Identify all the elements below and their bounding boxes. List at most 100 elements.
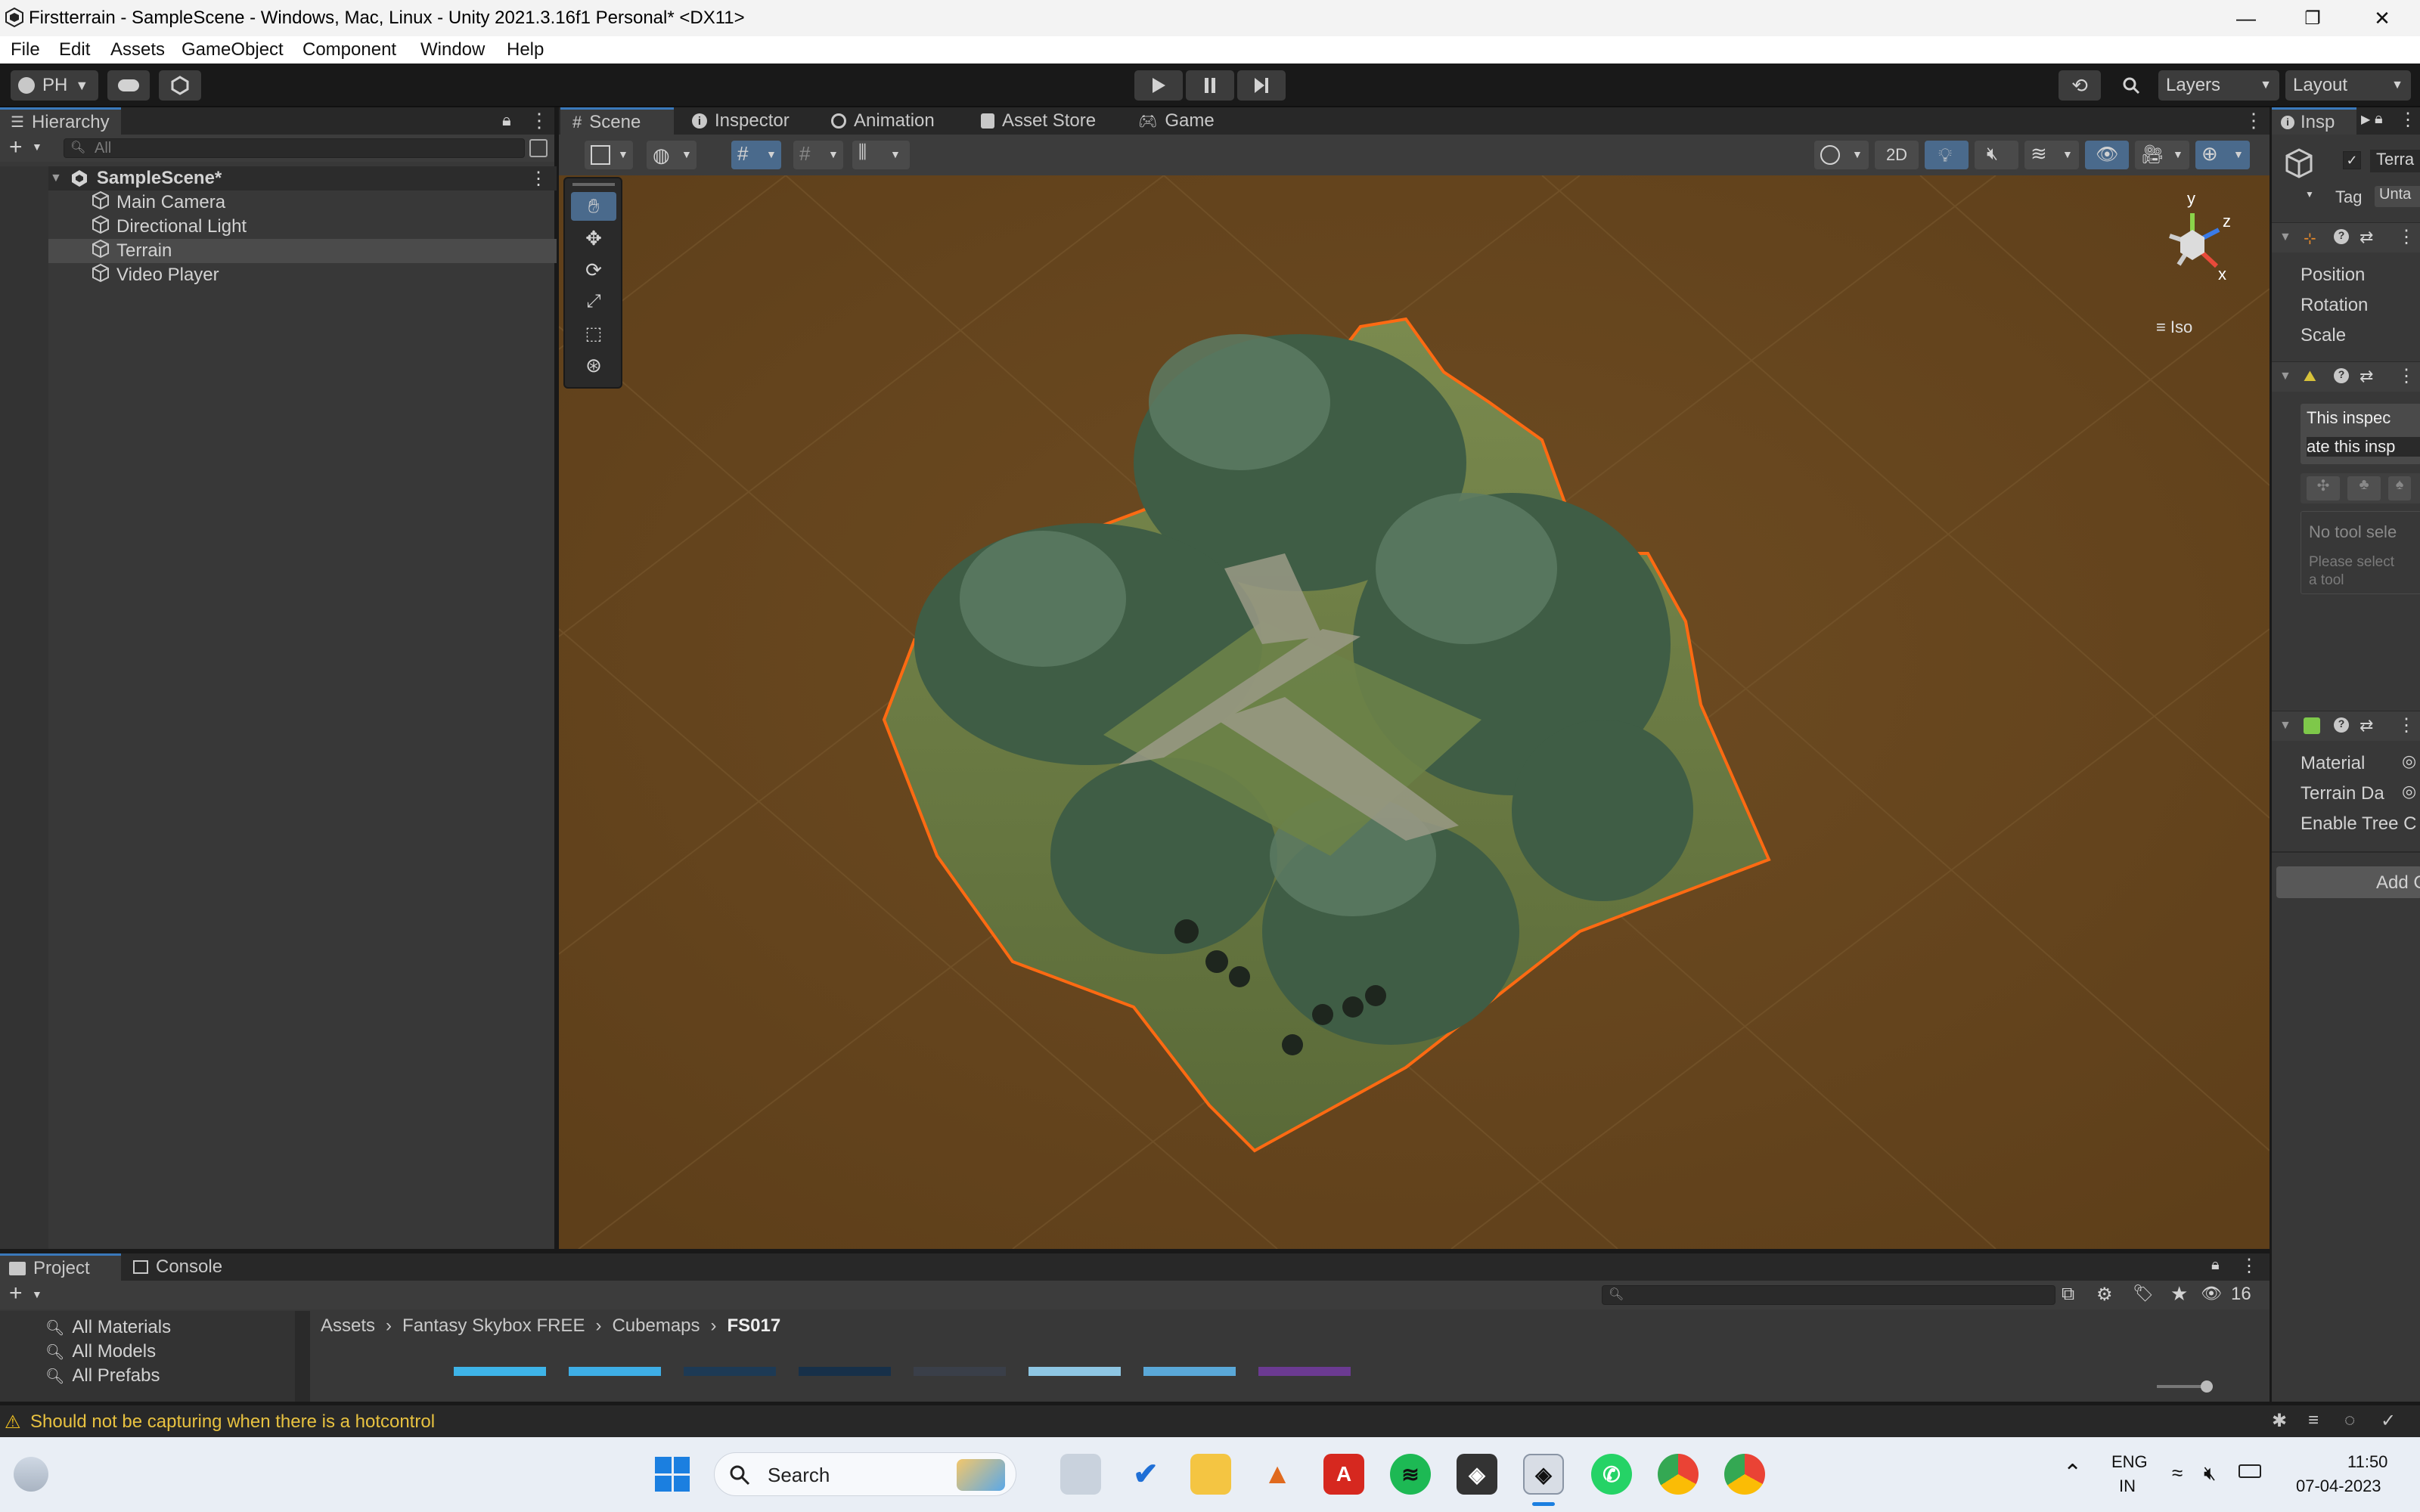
windows-start-icon[interactable] xyxy=(655,1457,690,1492)
favorite-item[interactable]: 🔍︎ All Materials xyxy=(45,1317,171,1338)
help-icon[interactable]: ? xyxy=(2334,229,2349,244)
layers-dropdown[interactable]: Layers ▼ xyxy=(2158,70,2279,101)
hierarchy-item[interactable]: Directional Light xyxy=(0,215,557,239)
camera-dropdown[interactable]: 🎥︎ ▼ xyxy=(2135,141,2189,169)
scale-tool-icon[interactable]: ⤢ xyxy=(571,287,616,316)
whatsapp-icon[interactable]: ✆ xyxy=(1591,1454,1632,1495)
spotify-icon[interactable]: ≋ xyxy=(1390,1454,1431,1495)
global-toggle-dropdown[interactable]: ◍ ▼ xyxy=(647,141,697,169)
wifi-icon[interactable]: ≈ xyxy=(2172,1461,2183,1485)
tab-hierarchy[interactable]: ☰ Hierarchy xyxy=(0,107,121,135)
cache-icon[interactable]: ≡ xyxy=(2308,1410,2319,1431)
task-view-icon[interactable] xyxy=(1060,1454,1101,1495)
breadcrumb-item[interactable]: Fantasy Skybox FREE xyxy=(402,1315,585,1337)
transform-header[interactable]: ▼ ⊹ ? ⇄ ⋮ xyxy=(2272,222,2420,253)
increment-snap-dropdown[interactable]: ⫼ ▼ xyxy=(852,141,910,169)
menu-assets[interactable]: Assets xyxy=(110,39,165,60)
lock-icon[interactable]: 🔒︎ xyxy=(2375,110,2383,128)
active-checkbox[interactable]: ✓ xyxy=(2343,151,2361,169)
mute-icon[interactable]: 🔇︎ xyxy=(2204,1461,2216,1486)
projection-toggle[interactable]: ≡ Iso xyxy=(2156,318,2192,337)
asset-thumbnail[interactable] xyxy=(569,1367,661,1376)
drag-handle[interactable] xyxy=(572,183,615,186)
audio-toggle[interactable]: 🔇︎ xyxy=(1975,141,2018,169)
clock-time[interactable]: 11:50 xyxy=(2347,1452,2387,1472)
tab-project[interactable]: Project xyxy=(0,1253,121,1281)
move-tool-icon[interactable]: ✥ xyxy=(571,224,616,253)
hierarchy-item[interactable]: Main Camera xyxy=(0,191,557,215)
progress-icon[interactable]: ◌ xyxy=(2344,1410,2355,1431)
tab-inspector-right[interactable]: i Insp xyxy=(2272,107,2356,135)
cloud-button[interactable] xyxy=(107,70,150,101)
preset-icon[interactable]: ⇄ xyxy=(2360,716,2373,736)
eye-slash-icon[interactable]: 👁︎ xyxy=(2201,1284,2222,1303)
grid-visibility-toggle[interactable]: # ▼ xyxy=(793,141,843,169)
tab-scene[interactable]: # Scene xyxy=(560,107,674,135)
account-dropdown[interactable]: PH ▼ xyxy=(11,70,98,101)
toggle-2d-button[interactable]: 2D xyxy=(1875,141,1919,169)
more-options-icon[interactable]: ⋮ xyxy=(2240,1255,2258,1277)
status-message[interactable]: Should not be capturing when there is a … xyxy=(30,1411,435,1433)
language-top[interactable]: ENG xyxy=(2111,1452,2148,1472)
play-button[interactable] xyxy=(1134,70,1183,101)
orientation-gizmo[interactable]: y z x xyxy=(2132,183,2253,304)
asset-thumbnail[interactable] xyxy=(1028,1367,1121,1376)
chrome-icon[interactable] xyxy=(1658,1454,1699,1495)
search-button[interactable] xyxy=(2110,70,2152,101)
battery-icon[interactable] xyxy=(2238,1464,2261,1478)
gizmos-dropdown[interactable]: ⊕ ▼ xyxy=(2195,141,2250,169)
preset-icon[interactable]: ⇄ xyxy=(2360,228,2373,247)
layout-dropdown[interactable]: Layout ▼ xyxy=(2285,70,2411,101)
help-icon[interactable]: ? xyxy=(2334,368,2349,383)
chevron-right-icon[interactable]: ▶ xyxy=(2361,112,2370,127)
effects-dropdown[interactable]: ≋ ▼ xyxy=(2024,141,2079,169)
asset-thumbnail[interactable] xyxy=(684,1367,776,1376)
search-by-type-icon[interactable]: ⧉ xyxy=(2062,1284,2074,1305)
menu-component[interactable]: Component xyxy=(302,39,396,60)
asset-thumbnail[interactable] xyxy=(799,1367,891,1376)
minimize-button[interactable]: — xyxy=(2211,0,2281,36)
hierarchy-item-selected[interactable]: Terrain xyxy=(0,239,557,263)
favorite-item[interactable]: 🔍︎ All Prefabs xyxy=(45,1365,160,1387)
star-icon[interactable]: ★ xyxy=(2170,1282,2188,1306)
scene-visibility-icon[interactable] xyxy=(529,139,548,157)
scene-root-row[interactable]: ▼ SampleScene* ⋮ xyxy=(0,166,557,191)
hand-tool-icon[interactable]: ✋︎ xyxy=(571,192,616,221)
asset-thumbnail[interactable] xyxy=(454,1367,546,1376)
step-button[interactable] xyxy=(1237,70,1286,101)
unity-editor-icon[interactable]: ◈ xyxy=(1523,1454,1564,1495)
todo-icon[interactable]: ✔ xyxy=(1125,1454,1166,1495)
file-explorer-icon[interactable] xyxy=(1190,1454,1231,1495)
label-icon[interactable]: 🏷︎ xyxy=(2133,1284,2154,1303)
grid-snap-toggle[interactable]: # ▼ xyxy=(731,141,781,169)
tag-dropdown[interactable]: Unta xyxy=(2375,186,2420,207)
chevron-down-icon[interactable]: ▼ xyxy=(32,1288,42,1300)
pause-button[interactable] xyxy=(1186,70,1234,101)
favorite-item[interactable]: 🔍︎ All Models xyxy=(45,1341,156,1362)
asset-thumbnail[interactable] xyxy=(1143,1367,1236,1376)
paint-tree-icon[interactable]: ♣ xyxy=(2347,476,2381,500)
rect-tool-icon[interactable]: ⬚ xyxy=(571,319,616,348)
terrain-collider-header[interactable]: ▼ ? ⇄ ⋮ xyxy=(2272,711,2420,741)
hierarchy-search-input[interactable]: 🔍︎ All xyxy=(64,138,525,158)
tab-game[interactable]: 🎮︎ Game xyxy=(1138,107,1244,135)
taskbar-search[interactable]: Search xyxy=(714,1452,1016,1496)
tab-console[interactable]: Console xyxy=(133,1253,262,1281)
more-options-icon[interactable]: ⋮ xyxy=(2399,109,2417,131)
menu-gameobject[interactable]: GameObject xyxy=(182,39,284,60)
hierarchy-item[interactable]: Video Player xyxy=(0,263,557,287)
project-search-input[interactable]: 🔍︎ xyxy=(1602,1285,2055,1305)
unity-hub-icon[interactable]: ◈ xyxy=(1457,1454,1497,1495)
more-options-icon[interactable]: ⋮ xyxy=(529,168,548,190)
more-options-icon[interactable]: ⋮ xyxy=(2397,365,2415,387)
tab-animation[interactable]: Animation xyxy=(831,107,982,135)
favorites-scrollbar[interactable] xyxy=(295,1311,310,1402)
lock-icon[interactable]: 🔒︎ xyxy=(2211,1256,2220,1274)
object-picker-icon[interactable]: ◎ xyxy=(2402,782,2416,801)
more-options-icon[interactable]: ⋮ xyxy=(2397,714,2415,736)
more-options-icon[interactable]: ⋮ xyxy=(529,109,549,132)
object-picker-icon[interactable]: ◎ xyxy=(2402,751,2416,771)
asset-thumbnail[interactable] xyxy=(914,1367,1006,1376)
object-name-input[interactable]: Terra xyxy=(2370,150,2420,172)
scene-viewport[interactable]: ✋︎ ✥ ⟳ ⤢ ⬚ ⊛ y z x ≡ Iso xyxy=(559,175,2270,1249)
